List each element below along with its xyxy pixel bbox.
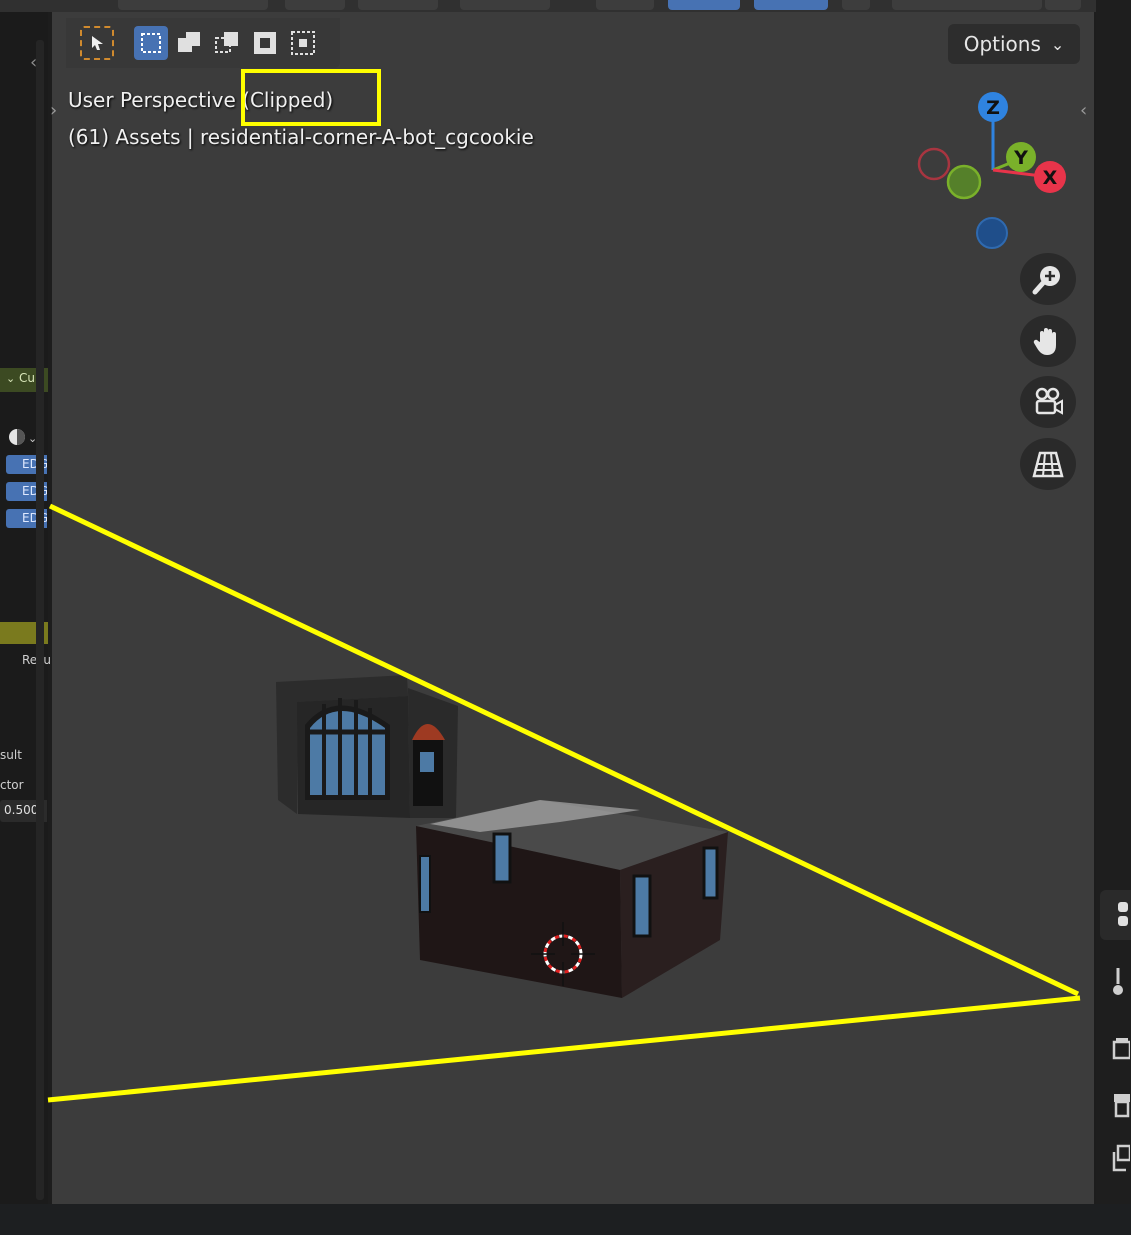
navigation-gizmo[interactable]: Z Y X (910, 85, 1080, 255)
neg-x-axis-icon (917, 147, 951, 181)
properties-toggle-icon[interactable] (1114, 898, 1128, 932)
render-properties-icon[interactable] (1112, 1036, 1131, 1062)
neg-y-axis-icon (946, 164, 982, 200)
building-scene (276, 675, 728, 998)
right-properties-panel (1096, 0, 1131, 1204)
output-properties-icon[interactable] (1112, 1090, 1130, 1120)
tool-properties-icon[interactable] (1110, 966, 1128, 996)
ortho-grid-icon[interactable] (1020, 438, 1076, 490)
annotation-line-lower (47, 995, 1081, 1103)
neg-z-axis-icon (976, 217, 1008, 249)
y-axis-label: Y (1013, 147, 1028, 169)
clipped-highlight-box (241, 69, 381, 126)
x-axis-label: X (1043, 167, 1058, 189)
view-layer-properties-icon[interactable] (1112, 1144, 1131, 1174)
zoom-in-icon[interactable] (1020, 253, 1076, 305)
hand-pan-icon[interactable] (1020, 315, 1076, 367)
camera-view-icon[interactable] (1020, 376, 1076, 428)
z-axis-label: Z (986, 97, 1000, 119)
status-bar (0, 1204, 1131, 1235)
